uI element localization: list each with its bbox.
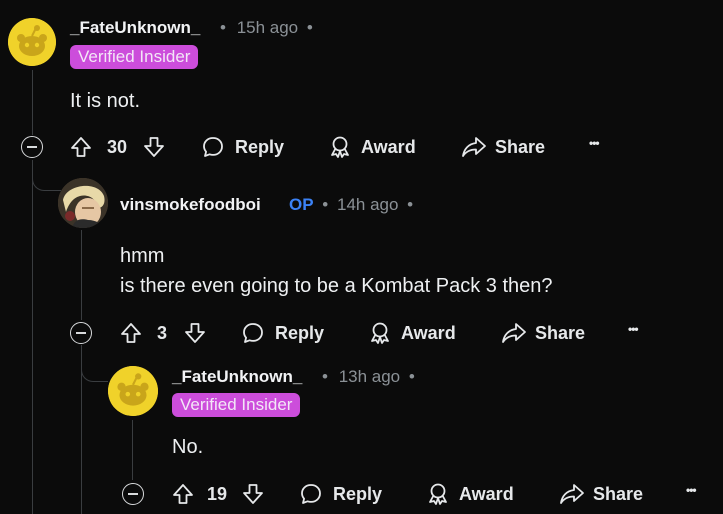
comment-body: hmm is there even going to be a Kombat P… [120, 241, 553, 301]
collapse-thread-button[interactable] [122, 483, 144, 505]
downvote-arrow-icon [144, 137, 164, 157]
reply-button[interactable]: Reply [201, 135, 284, 159]
reply-bubble-icon [203, 137, 223, 157]
separator: • [407, 195, 414, 214]
minus-icon [27, 146, 37, 148]
snoo-avatar-icon [8, 18, 56, 66]
upvote-arrow-icon [71, 137, 91, 157]
minus-icon [128, 493, 138, 495]
share-arrow-icon [560, 484, 584, 504]
comment-username[interactable]: _FateUnknown_ [172, 367, 302, 387]
comment-time[interactable]: 15h ago [237, 18, 298, 37]
downvote-button[interactable] [242, 483, 264, 505]
award-button[interactable]: Award [426, 482, 514, 506]
user-flair: Verified Insider [172, 393, 301, 417]
vote-count: 19 [207, 484, 228, 504]
separator: • [322, 195, 329, 214]
share-label: Share [593, 483, 644, 504]
thread-line [132, 420, 133, 480]
more-options-icon: ••• [686, 483, 697, 497]
reply-button[interactable]: Reply [241, 321, 324, 345]
comment-username[interactable]: _FateUnknown_ [70, 18, 200, 38]
upvote-button[interactable] [172, 483, 194, 505]
separator: • [306, 18, 313, 37]
comment-meta: • 15h ago • [220, 18, 313, 38]
collapse-thread-button[interactable] [70, 322, 92, 344]
award-icon [331, 136, 349, 158]
snoo-avatar-icon [108, 366, 158, 416]
award-icon [371, 322, 389, 344]
downvote-arrow-icon [243, 484, 263, 504]
share-button[interactable]: Share [461, 135, 545, 159]
thread-line [32, 70, 33, 135]
vote-count: 3 [157, 323, 168, 343]
upvote-button[interactable] [120, 322, 142, 344]
thread-curve [32, 160, 61, 191]
comment-body-line: hmm [120, 245, 165, 267]
avatar[interactable] [108, 366, 158, 416]
comment-body: It is not. [70, 86, 140, 116]
reply-bubble-icon [243, 323, 263, 343]
separator: • [220, 18, 226, 37]
thread-line [32, 160, 33, 514]
user-flair: Verified Insider [70, 45, 199, 69]
upvote-arrow-icon [173, 484, 193, 504]
share-arrow-icon [462, 137, 486, 157]
minus-icon [76, 332, 86, 334]
vote-count: 30 [107, 137, 128, 157]
reply-label: Reply [235, 136, 285, 157]
downvote-arrow-icon [185, 323, 205, 343]
upvote-button[interactable] [70, 136, 92, 158]
downvote-button[interactable] [184, 322, 206, 344]
share-arrow-icon [502, 323, 526, 343]
comment-username[interactable]: vinsmokefoodboi [120, 195, 261, 215]
reply-label: Reply [275, 322, 325, 343]
award-label: Award [361, 136, 416, 157]
comment-time[interactable]: 14h ago [337, 195, 398, 214]
share-button[interactable]: Share [501, 321, 585, 345]
user-avatar-image-icon [58, 178, 108, 228]
more-options-button[interactable]: ••• [589, 136, 600, 150]
reply-button[interactable]: Reply [299, 482, 382, 506]
share-button[interactable]: Share [559, 482, 643, 506]
award-label: Award [401, 322, 456, 343]
downvote-button[interactable] [143, 136, 165, 158]
op-badge: OP [289, 195, 314, 214]
thread-line [81, 230, 82, 320]
award-icon [429, 483, 447, 505]
separator: • [408, 367, 415, 386]
comment-time[interactable]: 13h ago [339, 367, 400, 386]
avatar[interactable] [8, 18, 56, 66]
reply-label: Reply [333, 483, 383, 504]
share-label: Share [535, 322, 586, 343]
comment-meta: • 13h ago • [322, 367, 415, 387]
award-button[interactable]: Award [368, 321, 456, 345]
more-options-icon: ••• [628, 322, 639, 336]
more-options-icon: ••• [589, 136, 600, 150]
comment-meta: OP • 14h ago • [289, 195, 413, 215]
share-label: Share [495, 136, 546, 157]
comment-body: No. [172, 432, 203, 462]
separator: • [322, 367, 328, 386]
upvote-arrow-icon [121, 323, 141, 343]
more-options-button[interactable]: ••• [628, 322, 639, 336]
reply-bubble-icon [301, 484, 321, 504]
more-options-button[interactable]: ••• [686, 483, 697, 497]
collapse-thread-button[interactable] [21, 136, 43, 158]
award-button[interactable]: Award [328, 135, 416, 159]
comment-body-line: is there even going to be a Kombat Pack … [120, 275, 553, 297]
comment-body-line: It is not. [70, 90, 141, 112]
avatar[interactable] [58, 178, 108, 228]
award-label: Award [459, 483, 514, 504]
comment-body-line: No. [172, 436, 204, 458]
thread-curve [81, 345, 108, 382]
